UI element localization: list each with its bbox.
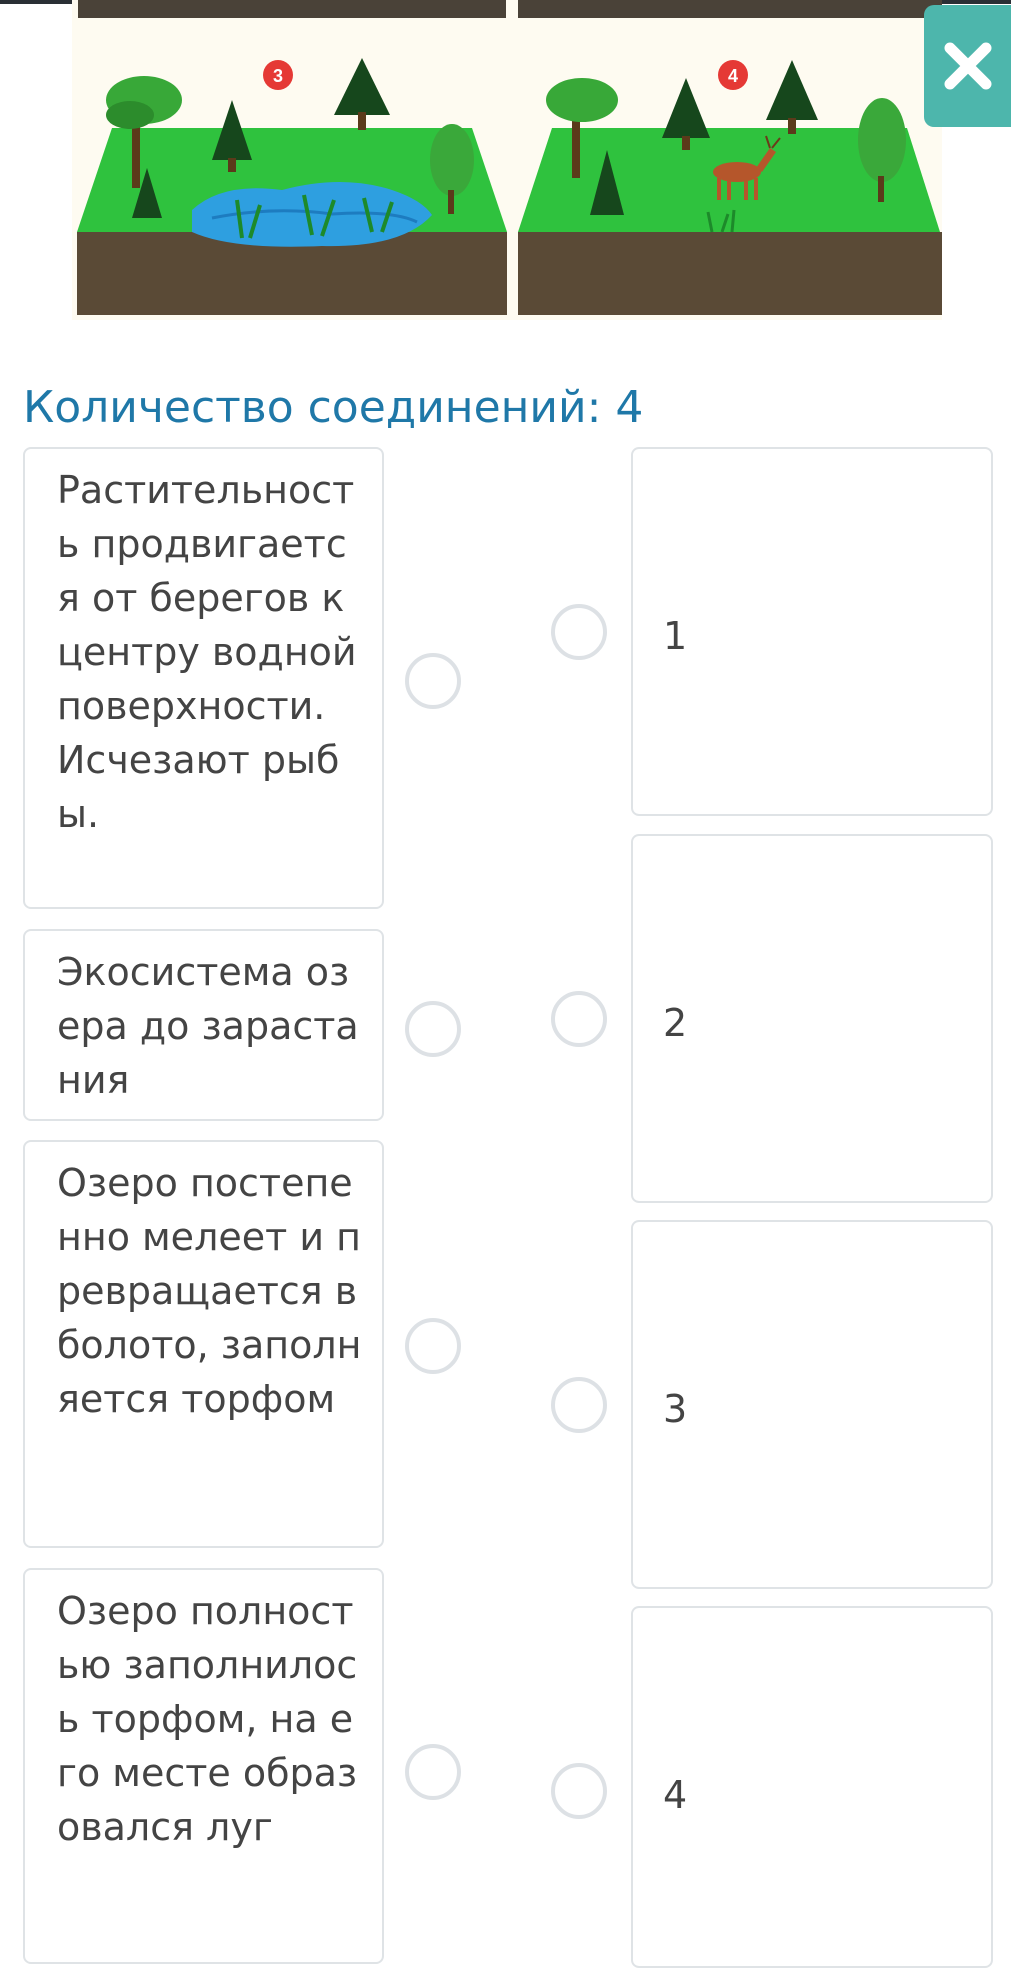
succession-illustration: 3 4 — [72, 0, 942, 320]
answer-number-2: 2 — [663, 1001, 688, 1045]
close-icon — [944, 42, 991, 90]
statement-text-4: Озеро полностью заполнилось торфом, на е… — [57, 1589, 358, 1849]
statement-card-2[interactable]: Экосистема озера до зарастания — [23, 929, 384, 1121]
answer-3-radio[interactable] — [551, 1377, 607, 1433]
answer-card-3[interactable]: 3 — [631, 1220, 993, 1589]
answer-number-3: 3 — [663, 1387, 688, 1431]
statement-3-radio[interactable] — [405, 1318, 461, 1374]
statement-card-3[interactable]: Озеро постепенно мелеет и превращается в… — [23, 1140, 384, 1548]
statement-card-1[interactable]: Растительность продвигается от берегов к… — [23, 447, 384, 909]
scene-4: 4 — [518, 60, 942, 315]
statement-4-radio[interactable] — [405, 1744, 461, 1800]
scene-4-badge: 4 — [728, 66, 738, 86]
connections-count-title: Количество соединений: 4 — [23, 382, 644, 433]
answer-4-radio[interactable] — [551, 1763, 607, 1819]
answer-number-4: 4 — [663, 1773, 688, 1817]
statement-text-3: Озеро постепенно мелеет и превращается в… — [57, 1161, 362, 1421]
statement-text-2: Экосистема озера до зарастания — [57, 950, 359, 1102]
scene-3: 3 — [77, 58, 507, 315]
answer-1-radio[interactable] — [551, 604, 607, 660]
answer-card-1[interactable]: 1 — [631, 447, 993, 816]
statement-1-radio[interactable] — [405, 653, 461, 709]
statement-text-1: Растительность продвигается от берегов к… — [57, 468, 357, 836]
answer-number-1: 1 — [663, 614, 688, 658]
answer-card-4[interactable]: 4 — [631, 1606, 993, 1968]
close-button[interactable] — [924, 5, 1011, 127]
answer-card-2[interactable]: 2 — [631, 834, 993, 1203]
scene-3-badge: 3 — [273, 66, 283, 86]
statement-card-4[interactable]: Озеро полностью заполнилось торфом, на е… — [23, 1568, 384, 1964]
answer-2-radio[interactable] — [551, 991, 607, 1047]
statement-2-radio[interactable] — [405, 1001, 461, 1057]
